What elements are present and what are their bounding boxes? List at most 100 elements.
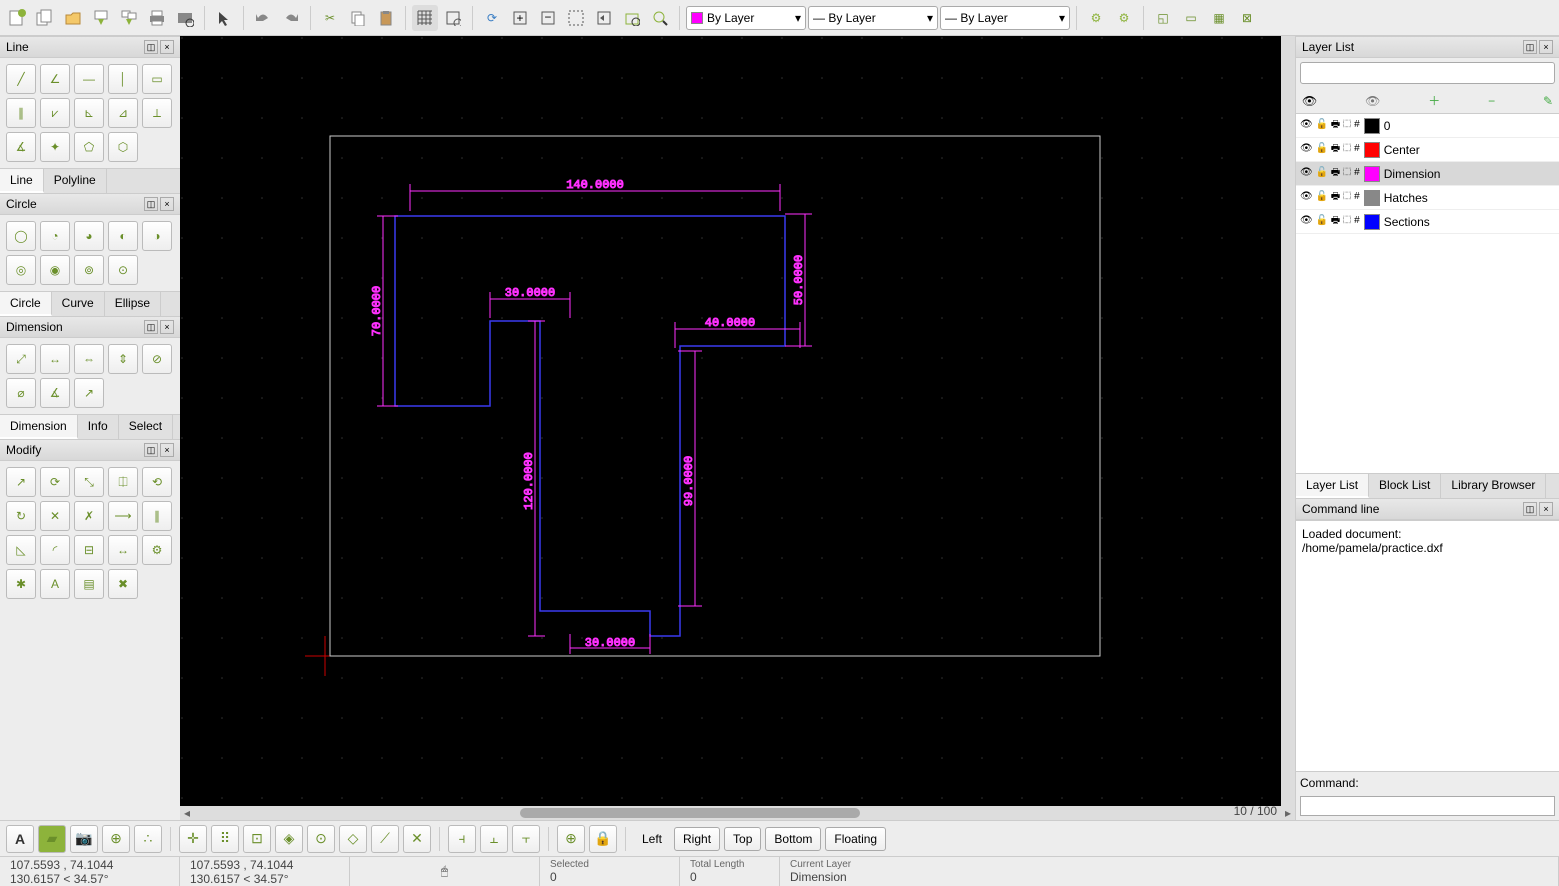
- trim-tool[interactable]: ✕: [40, 501, 70, 531]
- bevel-tool[interactable]: ◺: [6, 535, 36, 565]
- tab-select[interactable]: Select: [119, 415, 173, 439]
- panel-close-icon[interactable]: ×: [1539, 40, 1553, 54]
- line-angle-tool[interactable]: ∠: [40, 64, 70, 94]
- zoom-prev-button[interactable]: [591, 5, 617, 31]
- remove-layer-icon[interactable]: −: [1488, 94, 1495, 108]
- circle-3points-tool[interactable]: ◕: [74, 221, 104, 251]
- circle-tan3-tool[interactable]: ⊚: [74, 255, 104, 285]
- cut-button[interactable]: ✂: [317, 5, 343, 31]
- tab-polyline[interactable]: Polyline: [44, 169, 107, 193]
- hide-all-layers-icon[interactable]: 👁: [1365, 94, 1380, 108]
- line-parallel-tool[interactable]: ∥: [6, 98, 36, 128]
- drawing-canvas[interactable]: 140.0000 30.0000 40.0000 50.0000 70.0000: [180, 36, 1295, 820]
- window-tile-button[interactable]: ▦: [1206, 5, 1232, 31]
- paste-button[interactable]: [373, 5, 399, 31]
- dim-angular-tool[interactable]: ∡: [40, 378, 70, 408]
- dock-right-button[interactable]: Right: [674, 827, 720, 851]
- app-prefs-button[interactable]: ⚙: [1111, 5, 1137, 31]
- line-horizontal-tool[interactable]: —: [74, 64, 104, 94]
- divide-tool[interactable]: ⊟: [74, 535, 104, 565]
- undo-button[interactable]: [250, 5, 276, 31]
- pointer-button[interactable]: [211, 5, 237, 31]
- mirror-tool[interactable]: ⎅: [108, 467, 138, 497]
- circle-tan2-tool[interactable]: ◉: [40, 255, 70, 285]
- hatch-button[interactable]: ▰: [38, 825, 66, 853]
- relative-zero-button[interactable]: ⊕: [557, 825, 585, 853]
- dock-bottom-button[interactable]: Bottom: [765, 827, 821, 851]
- panel-close-icon[interactable]: ×: [1539, 502, 1553, 516]
- layer-row[interactable]: 👁 🔓 🖶 ⬚ #0: [1296, 114, 1559, 138]
- dim-horizontal-tool[interactable]: ⇔: [74, 344, 104, 374]
- circle-concentric-tool[interactable]: ⊙: [108, 255, 138, 285]
- points-button[interactable]: ∴: [134, 825, 162, 853]
- moverotate-tool[interactable]: ⟲: [142, 467, 172, 497]
- line-polygon-tool[interactable]: ⬠: [74, 132, 104, 162]
- horizontal-scrollbar[interactable]: ◂ ▸ 10 / 100: [180, 806, 1295, 820]
- line-orthogonal-tool[interactable]: ⟂: [142, 98, 172, 128]
- hatch-tool[interactable]: ▤: [74, 569, 104, 599]
- tab-layerlist[interactable]: Layer List: [1296, 474, 1369, 498]
- print-preview-button[interactable]: [172, 5, 198, 31]
- circle-radius-tool[interactable]: ◐: [108, 221, 138, 251]
- circle-tan1-tool[interactable]: ◎: [6, 255, 36, 285]
- panel-float-icon[interactable]: ◫: [144, 320, 158, 334]
- draft-mode-button[interactable]: [440, 5, 466, 31]
- dock-left-button[interactable]: Left: [634, 828, 670, 850]
- add-layer-icon[interactable]: ＋: [1428, 92, 1440, 109]
- line-bisector-tool[interactable]: ⩗: [40, 98, 70, 128]
- panel-close-icon[interactable]: ×: [160, 320, 174, 334]
- print-button[interactable]: [144, 5, 170, 31]
- round-tool[interactable]: ◜: [40, 535, 70, 565]
- lock-relative-button[interactable]: 🔒: [589, 825, 617, 853]
- tab-blocklist[interactable]: Block List: [1369, 474, 1441, 498]
- point-button[interactable]: ⊕: [102, 825, 130, 853]
- dim-diametric-tool[interactable]: ⌀: [6, 378, 36, 408]
- copy-button[interactable]: [345, 5, 371, 31]
- mtext-button[interactable]: A: [6, 825, 34, 853]
- layer-filter-input[interactable]: [1300, 62, 1555, 84]
- layer-row[interactable]: 👁 🔓 🖶 ⬚ #Center: [1296, 138, 1559, 162]
- panel-float-icon[interactable]: ◫: [1523, 502, 1537, 516]
- redraw-button[interactable]: ⟳: [479, 5, 505, 31]
- restrict-horiz-button[interactable]: ⫟: [512, 825, 540, 853]
- snap-center-button[interactable]: ⊙: [307, 825, 335, 853]
- line-tangent2-tool[interactable]: ⊿: [108, 98, 138, 128]
- scale-tool[interactable]: ⤡: [74, 467, 104, 497]
- snap-free-button[interactable]: ✛: [179, 825, 207, 853]
- redo-button[interactable]: [278, 5, 304, 31]
- snap-middle-button[interactable]: ◇: [339, 825, 367, 853]
- trim2-tool[interactable]: ✗: [74, 501, 104, 531]
- panel-float-icon[interactable]: ◫: [144, 443, 158, 457]
- line-relangle-tool[interactable]: ∡: [6, 132, 36, 162]
- line-tangent-tool[interactable]: ⊾: [74, 98, 104, 128]
- settings-button[interactable]: ⚙: [1083, 5, 1109, 31]
- line-rectangle-tool[interactable]: ▭: [142, 64, 172, 94]
- line-vertical-tool[interactable]: │: [108, 64, 138, 94]
- offset-tool[interactable]: ∥: [142, 501, 172, 531]
- stretch-tool[interactable]: ↔: [108, 535, 138, 565]
- explode-tool[interactable]: ✱: [6, 569, 36, 599]
- snap-endpoint-button[interactable]: ⊡: [243, 825, 271, 853]
- new-window-button[interactable]: [32, 5, 58, 31]
- color-combo[interactable]: By Layer▾: [686, 6, 806, 30]
- panel-close-icon[interactable]: ×: [160, 197, 174, 211]
- vertical-scrollbar[interactable]: [1281, 36, 1295, 806]
- window-min-button[interactable]: ▭: [1178, 5, 1204, 31]
- restrict-nothing-button[interactable]: ⫞: [448, 825, 476, 853]
- layer-row[interactable]: 👁 🔓 🖶 ⬚ #Sections: [1296, 210, 1559, 234]
- tab-line[interactable]: Line: [0, 169, 44, 193]
- dock-top-button[interactable]: Top: [724, 827, 761, 851]
- dim-aligned-tool[interactable]: ⤢: [6, 344, 36, 374]
- zoom-window-button[interactable]: [619, 5, 645, 31]
- open-file-button[interactable]: [60, 5, 86, 31]
- window-max-button[interactable]: ◱: [1150, 5, 1176, 31]
- tab-dimension[interactable]: Dimension: [0, 415, 78, 439]
- line-free-tool[interactable]: ✦: [40, 132, 70, 162]
- snap-on-entity-button[interactable]: ◈: [275, 825, 303, 853]
- dim-radial-tool[interactable]: ⊘: [142, 344, 172, 374]
- edit-layer-icon[interactable]: ✎: [1543, 94, 1553, 108]
- zoom-auto-button[interactable]: [563, 5, 589, 31]
- tab-circle[interactable]: Circle: [0, 292, 52, 316]
- rotate-tool[interactable]: ⟳: [40, 467, 70, 497]
- image-button[interactable]: 📷: [70, 825, 98, 853]
